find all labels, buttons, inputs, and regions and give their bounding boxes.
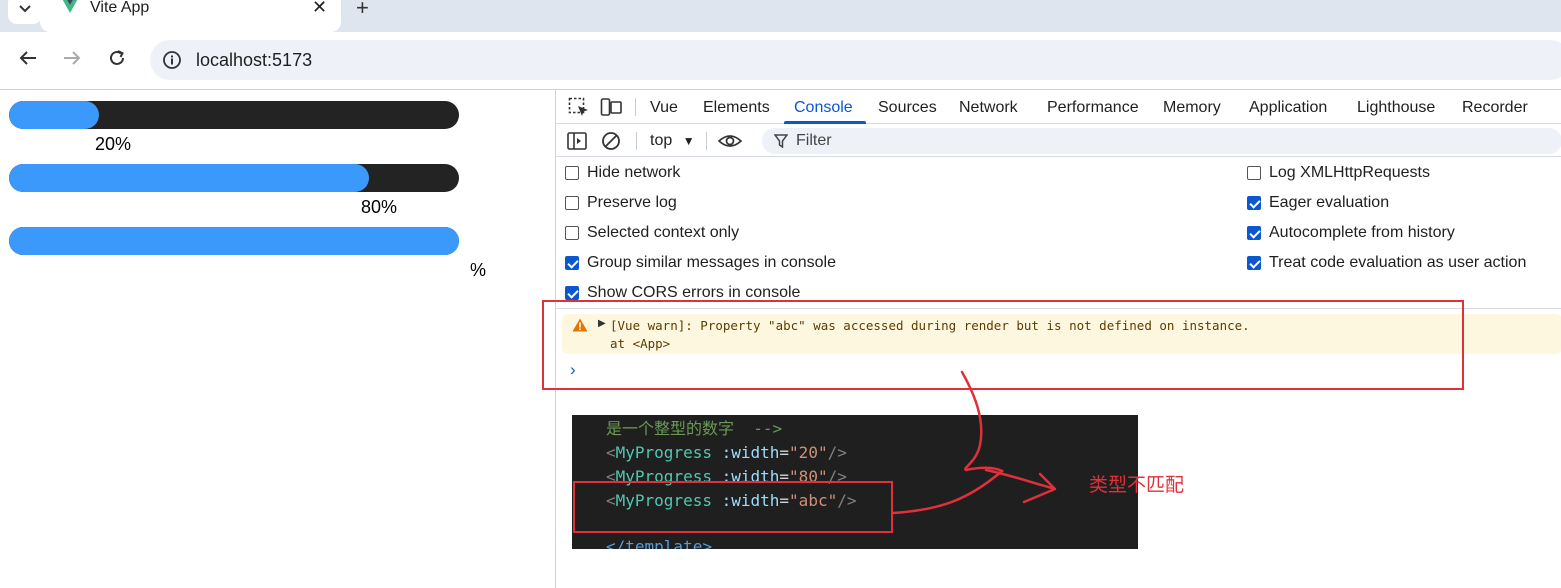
checkbox[interactable] — [565, 226, 579, 240]
filter-placeholder: Filter — [796, 132, 832, 149]
progress-label: 80% — [361, 197, 398, 217]
tab-memory[interactable]: Memory — [1163, 99, 1221, 117]
arrow-right-icon — [64, 51, 81, 65]
progress-bar — [9, 164, 459, 192]
chevron-down-icon — [19, 5, 31, 13]
tab-search-button[interactable] — [8, 0, 42, 24]
back-button[interactable] — [14, 44, 42, 72]
checkbox-checked[interactable] — [565, 286, 579, 300]
setting-label: Selected context only — [587, 224, 740, 241]
tab-strip: Vite App ✕ + — [0, 0, 1561, 32]
setting-label: Hide network — [587, 164, 681, 181]
setting-preserve-log[interactable]: Preserve log — [565, 194, 677, 212]
code-token: "20" — [789, 443, 828, 462]
navigation-bar: localhost:5173 — [0, 32, 1561, 90]
setting-eager-evaluation[interactable]: Eager evaluation — [1247, 194, 1389, 212]
code-line: <MyProgress :width="20"/> — [606, 443, 847, 463]
separator — [635, 98, 636, 116]
checkbox-checked[interactable] — [1247, 196, 1261, 210]
separator — [706, 132, 707, 150]
setting-group-similar[interactable]: Group similar messages in console — [565, 254, 836, 272]
checkbox-checked[interactable] — [1247, 226, 1261, 240]
annotation-box-code — [573, 481, 893, 533]
filter-input[interactable]: Filter — [762, 128, 1561, 154]
tab-lighthouse[interactable]: Lighthouse — [1357, 99, 1435, 117]
new-tab-button[interactable]: + — [356, 0, 369, 19]
eye-icon[interactable] — [718, 131, 742, 151]
separator — [636, 132, 637, 150]
checkbox[interactable] — [565, 166, 579, 180]
setting-label: Group similar messages in console — [587, 254, 836, 271]
devtools-tab-bar: Vue Elements Console Sources Network Per… — [556, 90, 1561, 124]
code-token: = — [779, 443, 790, 462]
tab-recorder[interactable]: Recorder — [1462, 99, 1528, 117]
annotation-note: 类型不匹配 — [1089, 475, 1185, 496]
forward-button[interactable] — [58, 44, 86, 72]
address-bar[interactable]: localhost:5173 — [150, 40, 1561, 80]
setting-selected-context-only[interactable]: Selected context only — [565, 224, 739, 242]
console-toolbar: top ▼ Filter — [556, 124, 1561, 157]
setting-treat-as-user-action[interactable]: Treat code evaluation as user action — [1247, 254, 1526, 272]
setting-hide-network[interactable]: Hide network — [565, 164, 680, 182]
filter-icon — [774, 134, 788, 148]
reload-icon — [110, 50, 124, 65]
tab-title: Vite App — [90, 0, 150, 16]
progress-bar — [9, 101, 459, 129]
inspect-element-icon[interactable] — [568, 97, 590, 117]
setting-label: Eager evaluation — [1269, 194, 1390, 211]
checkbox[interactable] — [565, 196, 579, 210]
setting-label: Treat code evaluation as user action — [1269, 254, 1527, 271]
reload-button[interactable] — [103, 44, 131, 72]
tab-console[interactable]: Console — [794, 99, 853, 117]
code-token: MyProgress — [615, 443, 712, 462]
tab-application[interactable]: Application — [1249, 99, 1327, 117]
tab-network[interactable]: Network — [959, 99, 1018, 117]
code-comment: 是一个整型的数字 --> — [606, 419, 783, 438]
screenshot-root: Vite App ✕ + localhost:5173 20% 80% % Vu… — [0, 0, 1561, 588]
context-select[interactable]: top ▼ — [650, 132, 695, 150]
code-token: < — [606, 443, 616, 462]
tab-sources[interactable]: Sources — [878, 99, 937, 117]
clear-console-icon[interactable] — [600, 131, 622, 151]
setting-autocomplete-history[interactable]: Autocomplete from history — [1247, 224, 1455, 242]
progress-fill — [9, 164, 369, 192]
vue-logo-icon — [62, 0, 78, 13]
code-token: :width — [721, 443, 780, 462]
annotation-box-warning — [542, 300, 1464, 390]
code-end-tag: </template> — [606, 537, 712, 549]
arrow-left-icon — [19, 51, 36, 65]
setting-log-xhr[interactable]: Log XMLHttpRequests — [1247, 164, 1430, 182]
device-toolbar-icon[interactable] — [600, 97, 622, 117]
info-icon[interactable] — [162, 50, 182, 70]
tab-performance[interactable]: Performance — [1047, 99, 1139, 117]
setting-label: Log XMLHttpRequests — [1269, 164, 1430, 181]
sidebar-toggle-icon[interactable] — [566, 131, 588, 151]
setting-label: Autocomplete from history — [1269, 224, 1455, 241]
tab-elements[interactable]: Elements — [703, 99, 770, 117]
caret-down-icon: ▼ — [682, 134, 695, 148]
tab-vue[interactable]: Vue — [650, 99, 678, 117]
checkbox-checked[interactable] — [1247, 256, 1261, 270]
close-icon[interactable]: ✕ — [312, 0, 327, 16]
progress-label: 20% — [95, 134, 132, 154]
code-token: /> — [827, 443, 847, 462]
browser-tab[interactable]: Vite App ✕ — [40, 0, 341, 32]
progress-fill — [9, 101, 99, 129]
progress-label: % — [470, 260, 487, 280]
url-text: localhost:5173 — [196, 50, 313, 70]
progress-fill — [9, 227, 459, 255]
progress-bar — [9, 227, 459, 255]
setting-label: Preserve log — [587, 194, 677, 211]
checkbox-checked[interactable] — [565, 256, 579, 270]
checkbox[interactable] — [1247, 166, 1261, 180]
context-value: top — [650, 132, 673, 149]
